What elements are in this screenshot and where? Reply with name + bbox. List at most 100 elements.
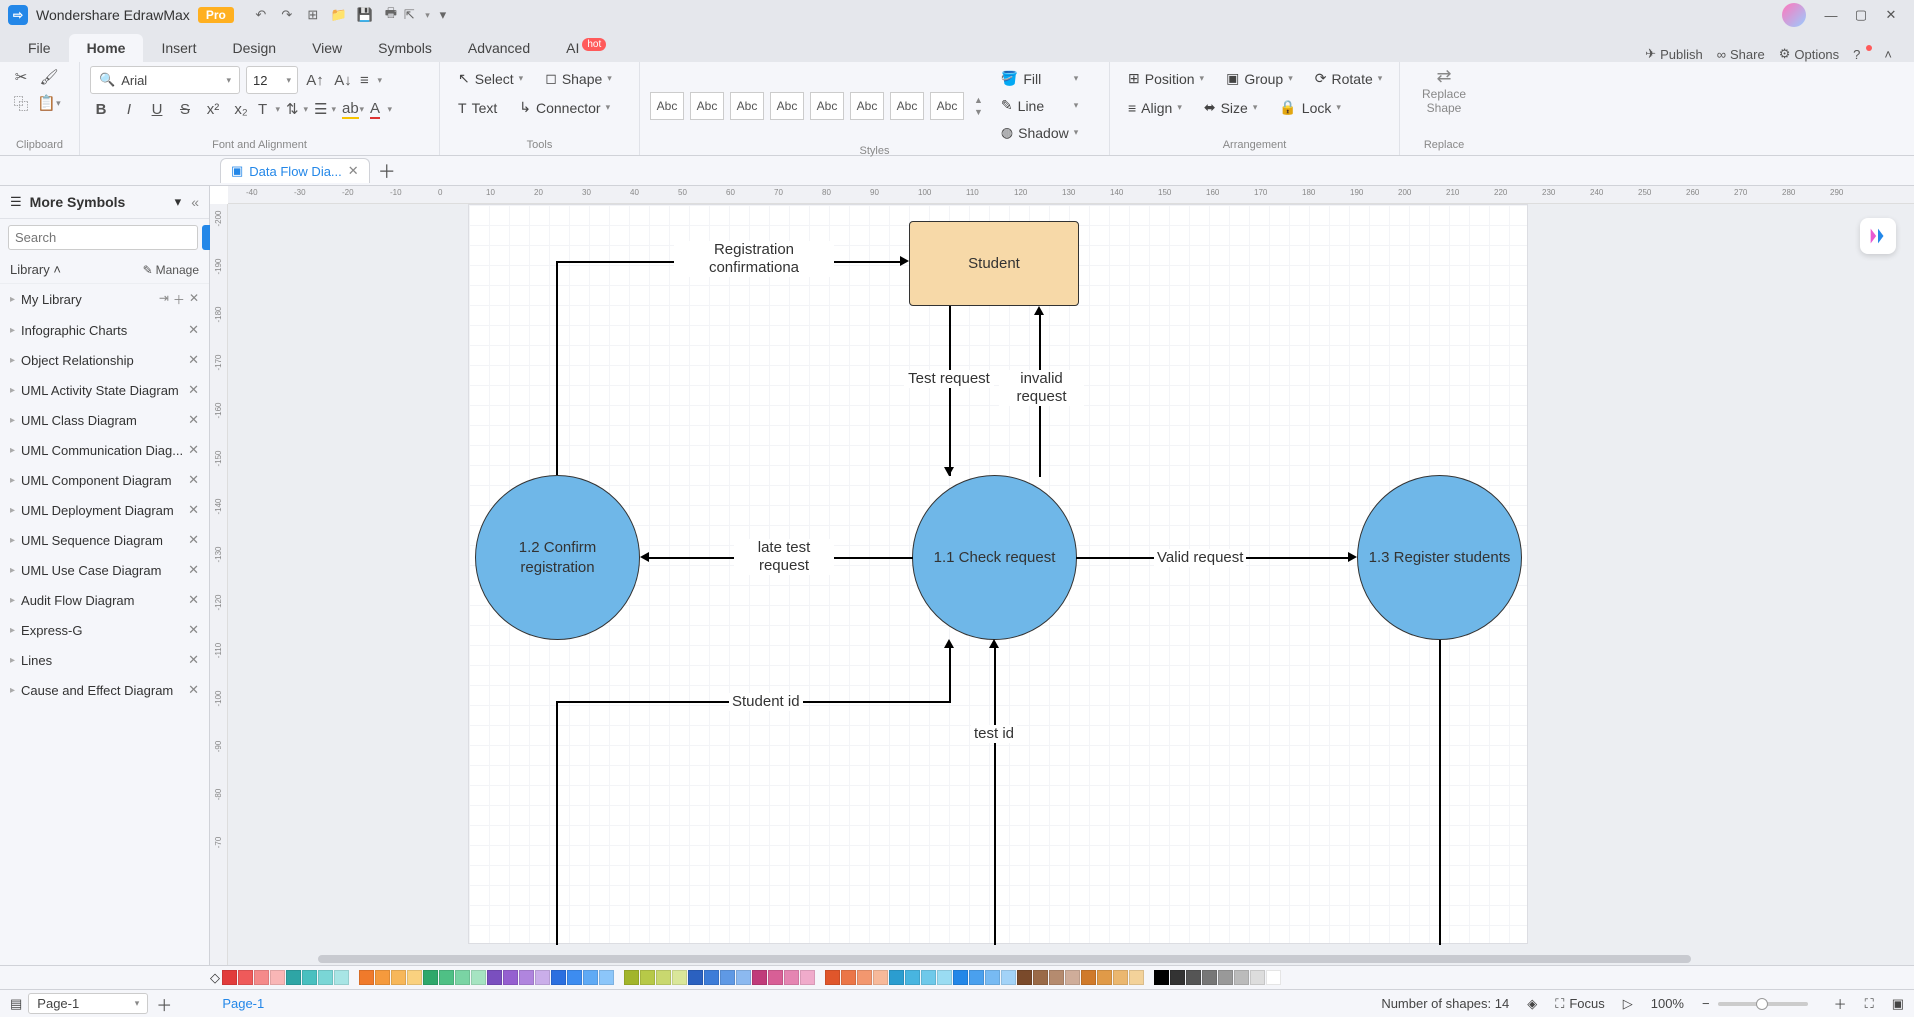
color-swatch[interactable]: [455, 970, 470, 985]
group-dropdown[interactable]: ▣Group: [1218, 66, 1301, 91]
close-tab-icon[interactable]: ✕: [348, 163, 359, 179]
library-item[interactable]: ▸UML Activity State Diagram✕: [0, 375, 209, 405]
strikethrough-icon[interactable]: S: [174, 98, 196, 120]
print-icon[interactable]: 🖶: [378, 2, 404, 28]
flow-label[interactable]: Test request: [904, 370, 994, 388]
flow-label[interactable]: Student id: [729, 693, 803, 711]
tab-symbols[interactable]: Symbols: [360, 34, 450, 62]
size-dropdown[interactable]: ⬌Size: [1196, 95, 1266, 120]
color-swatch[interactable]: [286, 970, 301, 985]
color-swatch[interactable]: [583, 970, 598, 985]
symbol-search-input[interactable]: [8, 225, 198, 250]
color-swatch[interactable]: [519, 970, 534, 985]
color-swatch[interactable]: [1202, 970, 1217, 985]
maximize-button[interactable]: ▢: [1846, 0, 1876, 30]
collapse-panel-icon[interactable]: «: [191, 194, 199, 210]
process-confirm-registration[interactable]: 1.2 Confirm registration: [475, 475, 640, 640]
flow-label[interactable]: Valid request: [1154, 549, 1246, 567]
no-fill-icon[interactable]: ◇: [210, 970, 220, 986]
color-swatch[interactable]: [1033, 970, 1048, 985]
zoom-slider[interactable]: [1718, 1002, 1808, 1006]
subscript-icon[interactable]: x₂: [230, 98, 252, 120]
gallery-up-icon[interactable]: ▲: [974, 95, 983, 105]
library-item[interactable]: ▸Infographic Charts✕: [0, 315, 209, 345]
color-swatch[interactable]: [752, 970, 767, 985]
qat-more-icon[interactable]: ▾: [430, 2, 456, 28]
style-swatch[interactable]: Abc: [770, 92, 804, 120]
color-swatch[interactable]: [254, 970, 269, 985]
paste-dropdown[interactable]: 📋: [38, 92, 60, 114]
color-swatch[interactable]: [841, 970, 856, 985]
color-swatch[interactable]: [487, 970, 502, 985]
fullscreen-icon[interactable]: ▣: [1892, 996, 1904, 1012]
color-swatch[interactable]: [857, 970, 872, 985]
color-swatch[interactable]: [599, 970, 614, 985]
tab-file[interactable]: File: [10, 34, 69, 62]
color-swatch[interactable]: [439, 970, 454, 985]
color-swatch[interactable]: [318, 970, 333, 985]
my-library-item[interactable]: ▸ My Library ⇥ ＋ ✕: [0, 284, 209, 315]
color-swatch[interactable]: [1081, 970, 1096, 985]
style-swatch[interactable]: Abc: [890, 92, 924, 120]
color-swatch[interactable]: [1218, 970, 1233, 985]
color-swatch[interactable]: [359, 970, 374, 985]
flow-label[interactable]: test id: [971, 725, 1017, 743]
font-family-select[interactable]: 🔍 Arial: [90, 66, 240, 94]
color-swatch[interactable]: [905, 970, 920, 985]
color-swatch[interactable]: [1186, 970, 1201, 985]
process-check-request[interactable]: 1.1 Check request: [912, 475, 1077, 640]
remove-library-icon[interactable]: ✕: [188, 352, 199, 368]
remove-library-icon[interactable]: ✕: [188, 382, 199, 398]
zoom-out-button[interactable]: −: [1702, 996, 1710, 1011]
process-register-students[interactable]: 1.3 Register students: [1357, 475, 1522, 640]
color-swatch[interactable]: [985, 970, 1000, 985]
remove-library-icon[interactable]: ✕: [188, 622, 199, 638]
import-icon[interactable]: ⇥: [159, 291, 169, 308]
connector[interactable]: [556, 261, 558, 475]
color-swatch[interactable]: [624, 970, 639, 985]
library-item[interactable]: ▸UML Communication Diag...✕: [0, 435, 209, 465]
connector[interactable]: [994, 648, 996, 945]
color-swatch[interactable]: [1001, 970, 1016, 985]
color-swatch[interactable]: [375, 970, 390, 985]
canvas[interactable]: Student 1.2 Confirm registration 1.1 Che…: [228, 204, 1914, 965]
ai-assistant-button[interactable]: [1860, 218, 1896, 254]
share-button[interactable]: ∞Share: [1717, 47, 1765, 62]
rotate-dropdown[interactable]: ⟳Rotate: [1307, 66, 1391, 91]
flow-label[interactable]: late test request: [734, 539, 834, 575]
color-swatch[interactable]: [953, 970, 968, 985]
page-select[interactable]: Page-1: [28, 993, 148, 1014]
color-swatch[interactable]: [889, 970, 904, 985]
fill-dropdown[interactable]: 🪣Fill: [993, 66, 1086, 91]
replace-shape-button[interactable]: ⇄ Replace Shape: [1410, 66, 1478, 115]
entity-student[interactable]: Student: [909, 221, 1079, 306]
color-swatch[interactable]: [1170, 970, 1185, 985]
tab-ai[interactable]: AIhot: [548, 34, 624, 62]
color-swatch[interactable]: [222, 970, 237, 985]
line-dropdown[interactable]: ✎Line: [993, 93, 1086, 118]
remove-library-icon[interactable]: ✕: [188, 652, 199, 668]
color-swatch[interactable]: [567, 970, 582, 985]
add-icon[interactable]: ＋: [173, 291, 185, 308]
decrease-font-icon[interactable]: A↓: [332, 69, 354, 91]
font-color-dropdown[interactable]: A: [370, 98, 392, 120]
library-item[interactable]: ▸Audit Flow Diagram✕: [0, 585, 209, 615]
color-swatch[interactable]: [825, 970, 840, 985]
color-swatch[interactable]: [800, 970, 815, 985]
manage-library-button[interactable]: ✎Manage: [143, 263, 199, 277]
color-swatch[interactable]: [551, 970, 566, 985]
color-swatch[interactable]: [407, 970, 422, 985]
pages-icon[interactable]: ▤: [10, 996, 22, 1012]
color-swatch[interactable]: [423, 970, 438, 985]
highlight-dropdown[interactable]: ab: [342, 98, 364, 120]
copy-icon[interactable]: ⿻: [10, 92, 32, 114]
library-item[interactable]: ▸Cause and Effect Diagram✕: [0, 675, 209, 705]
color-swatch[interactable]: [1266, 970, 1281, 985]
redo-icon[interactable]: ↷: [274, 2, 300, 28]
color-swatch[interactable]: [672, 970, 687, 985]
library-item[interactable]: ▸Lines✕: [0, 645, 209, 675]
color-swatch[interactable]: [503, 970, 518, 985]
tab-insert[interactable]: Insert: [143, 34, 214, 62]
remove-library-icon[interactable]: ✕: [188, 682, 199, 698]
document-tab[interactable]: ▣ Data Flow Dia... ✕: [220, 158, 370, 183]
